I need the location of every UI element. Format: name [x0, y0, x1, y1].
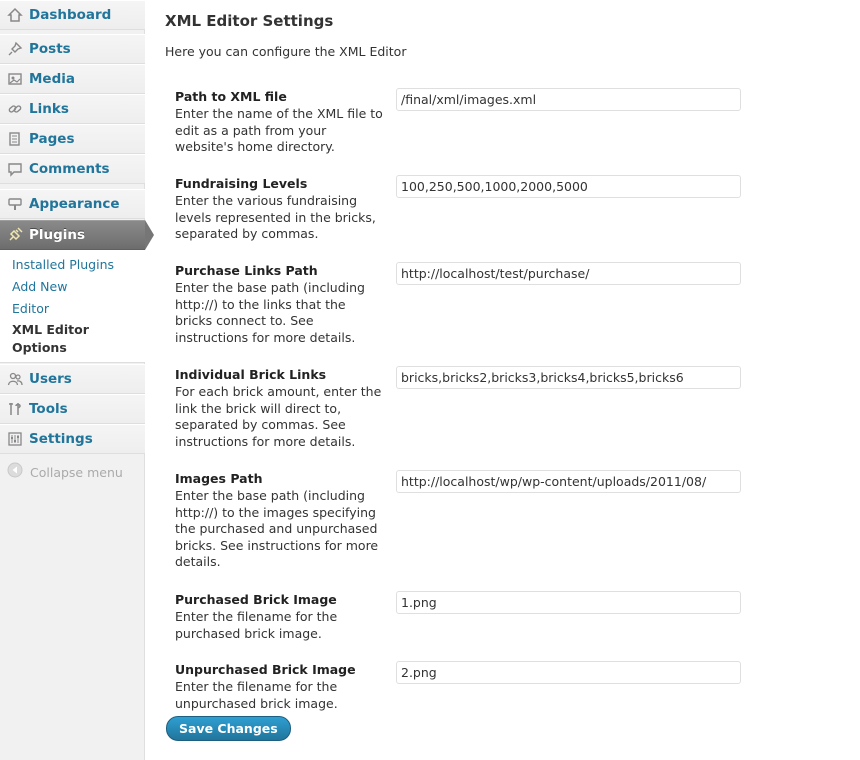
- plugin-icon: [7, 227, 23, 243]
- menu-label: Tools: [29, 401, 68, 417]
- unpurchased-brick-image-input[interactable]: [396, 661, 741, 684]
- menu-label: Plugins: [29, 227, 86, 243]
- settings-icon: [7, 431, 23, 447]
- menu-comments[interactable]: Comments: [0, 154, 145, 184]
- pages-icon: [7, 131, 23, 147]
- menu-label: Comments: [29, 161, 110, 177]
- wp-admin-page: Dashboard Posts Media Links Pages Commen…: [0, 0, 860, 760]
- menu-pages[interactable]: Pages: [0, 124, 145, 154]
- menu-label: Appearance: [29, 196, 120, 212]
- field-label-fundraising-levels: Fundraising Levels: [175, 176, 308, 191]
- menu-settings[interactable]: Settings: [0, 424, 145, 454]
- menu-label: Posts: [29, 41, 71, 57]
- field-label-individual-brick-links: Individual Brick Links: [175, 367, 327, 382]
- menu-label: Users: [29, 371, 72, 387]
- field-desc-xml-path: Enter the name of the XML file to edit a…: [175, 106, 383, 154]
- submenu-installed-plugins[interactable]: Installed Plugins: [12, 257, 114, 272]
- tools-icon: [7, 401, 23, 417]
- menu-dashboard[interactable]: Dashboard: [0, 0, 145, 30]
- field-desc-fundraising-levels: Enter the various fundraising levels rep…: [175, 193, 376, 241]
- menu-label: Media: [29, 71, 75, 87]
- menu-tools[interactable]: Tools: [0, 394, 145, 424]
- menu-links[interactable]: Links: [0, 94, 145, 124]
- menu-label: Pages: [29, 131, 75, 147]
- submenu-add-new[interactable]: Add New: [12, 279, 67, 294]
- purchased-brick-image-input[interactable]: [396, 591, 741, 614]
- save-changes-button[interactable]: Save Changes: [166, 716, 291, 741]
- collapse-menu[interactable]: Collapse menu: [7, 462, 123, 482]
- images-path-input[interactable]: [396, 470, 741, 493]
- dashboard-icon: [7, 7, 23, 23]
- field-label-unpurchased-brick-image: Unpurchased Brick Image: [175, 662, 356, 677]
- submenu-editor[interactable]: Editor: [12, 301, 49, 316]
- media-icon: [7, 71, 23, 87]
- menu-appearance[interactable]: Appearance: [0, 189, 145, 219]
- field-label-images-path: Images Path: [175, 471, 263, 486]
- menu-label: Settings: [29, 431, 93, 447]
- menu-users[interactable]: Users: [0, 364, 145, 394]
- xml-path-input[interactable]: [396, 88, 741, 111]
- menu-media[interactable]: Media: [0, 64, 145, 94]
- field-desc-images-path: Enter the base path (including http://) …: [175, 488, 379, 569]
- field-label-xml-path: Path to XML file: [175, 89, 287, 104]
- menu-plugins[interactable]: Plugins: [0, 220, 145, 250]
- link-icon: [7, 101, 23, 117]
- field-desc-individual-brick-links: For each brick amount, enter the link th…: [175, 384, 382, 449]
- page-intro: Here you can configure the XML Editor: [165, 44, 407, 59]
- admin-sidebar: Dashboard Posts Media Links Pages Commen…: [0, 0, 154, 760]
- purchase-links-path-input[interactable]: [396, 262, 741, 285]
- plugins-submenu: Installed Plugins Add New Editor XML Edi…: [0, 250, 145, 363]
- users-icon: [7, 371, 23, 387]
- field-desc-purchased-brick-image: Enter the filename for the purchased bri…: [175, 609, 338, 641]
- collapse-arrow-icon: [7, 462, 23, 482]
- field-label-purchase-links-path: Purchase Links Path: [175, 263, 318, 278]
- settings-main: XML Editor Settings Here you can configu…: [146, 0, 860, 760]
- pin-icon: [7, 41, 23, 57]
- individual-brick-links-input[interactable]: [396, 366, 741, 389]
- field-desc-unpurchased-brick-image: Enter the filename for the unpurchased b…: [175, 679, 338, 711]
- page-title: XML Editor Settings: [165, 12, 334, 30]
- menu-label: Dashboard: [29, 7, 112, 23]
- menu-label: Links: [29, 101, 69, 117]
- submenu-xml-editor-options[interactable]: XML Editor Options: [12, 321, 112, 357]
- menu-posts[interactable]: Posts: [0, 34, 145, 64]
- field-desc-purchase-links-path: Enter the base path (including http://) …: [175, 280, 365, 345]
- appearance-icon: [7, 196, 23, 212]
- field-label-purchased-brick-image: Purchased Brick Image: [175, 592, 337, 607]
- comment-icon: [7, 161, 23, 177]
- fundraising-levels-input[interactable]: [396, 175, 741, 198]
- collapse-menu-label: Collapse menu: [30, 464, 123, 480]
